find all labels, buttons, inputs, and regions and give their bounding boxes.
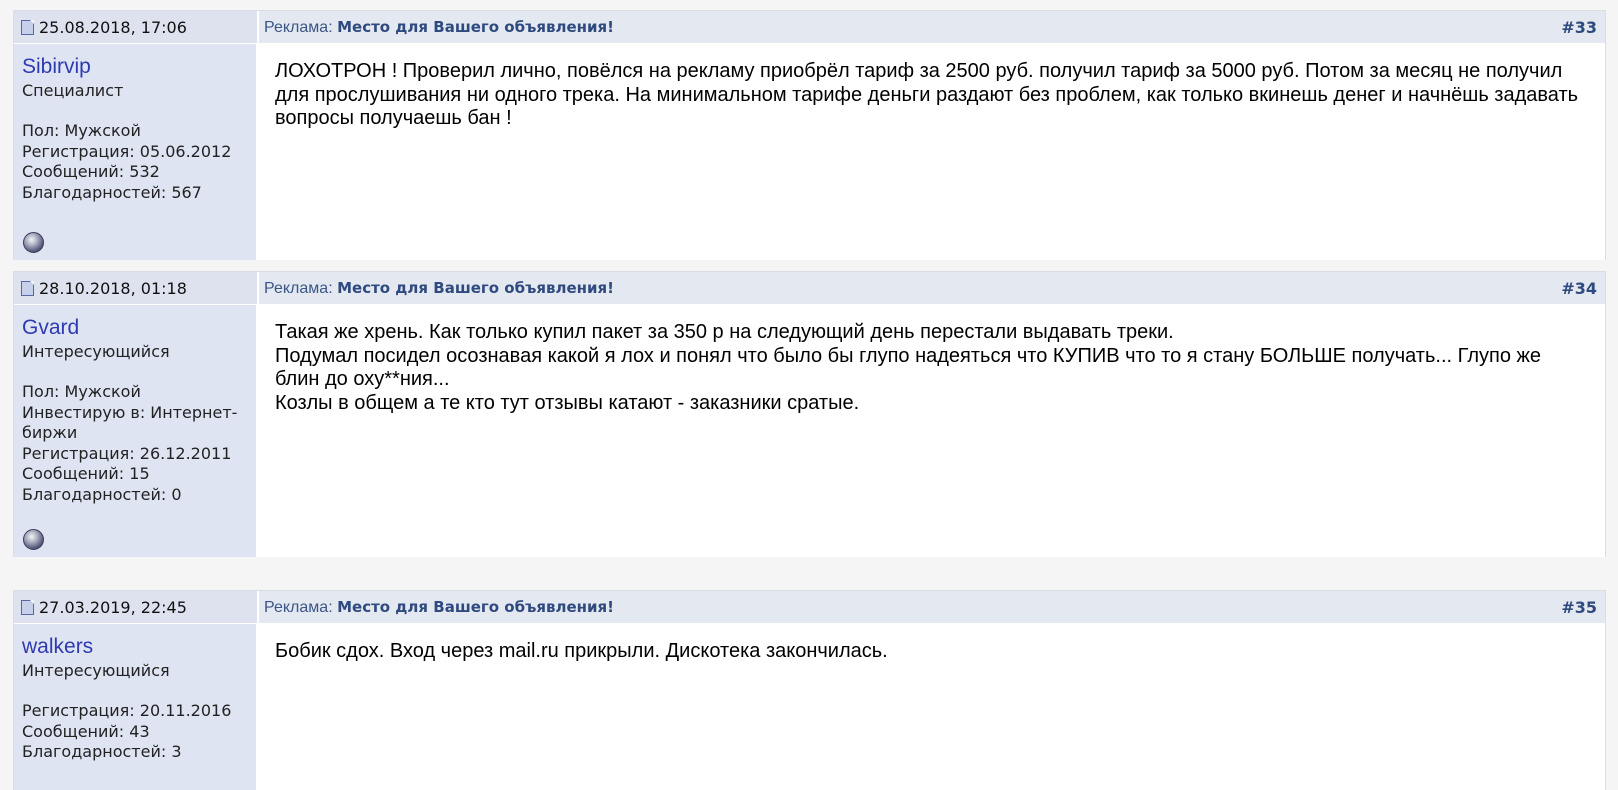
post-message: Такая же хрень. Как только купил пакет з…	[259, 305, 1605, 557]
post-status-icon	[21, 280, 34, 296]
user-details: Регистрация: 20.11.2016 Сообщений: 43 Бл…	[22, 701, 248, 763]
post-number-link[interactable]: #35	[1561, 598, 1597, 617]
post-33: 25.08.2018, 17:06 Реклама: Место для Ваш…	[13, 10, 1606, 260]
post-header-bar: Реклама: Место для Вашего объявления! #3…	[259, 591, 1605, 623]
user-registration: Регистрация: 26.12.2011	[22, 443, 232, 463]
message-line: Подумал посидел осознавая какой я лох и …	[275, 344, 1542, 391]
message-line: Козлы в общем а те кто тут отзывы катают…	[275, 391, 860, 414]
post-header-bar: Реклама: Место для Вашего объявления! #3…	[259, 11, 1605, 43]
post-status-icon	[21, 19, 34, 35]
post-date-cell: 25.08.2018, 17:06	[14, 11, 259, 43]
user-registration: Регистрация: 20.11.2016	[22, 701, 232, 720]
post-body: walkers Интересующийся Регистрация: 20.1…	[14, 624, 1605, 790]
online-status-icon	[23, 232, 44, 253]
post-message: Бобик сдох. Вход через mail.ru прикрыли.…	[259, 624, 1605, 790]
user-thanks-count: Благодарностей: 567	[22, 182, 202, 202]
user-invests-in: Инвестирую в: Интернет-биржи	[22, 402, 238, 443]
user-info-panel: Gvard Интересующийся Пол: Мужской Инвест…	[14, 305, 259, 557]
username-link[interactable]: walkers	[22, 634, 248, 660]
ad-label: Реклама	[264, 598, 329, 616]
message-line: Такая же хрень. Как только купил пакет з…	[275, 321, 1174, 343]
message-paragraph: ЛОХОТРОН ! Проверил лично, повёлся на ре…	[275, 60, 1579, 129]
post-34: 28.10.2018, 01:18 Реклама: Место для Ваш…	[13, 271, 1606, 557]
post-date: 27.03.2019, 22:45	[39, 597, 187, 617]
user-gender: Пол: Мужской	[22, 121, 141, 140]
post-date: 28.10.2018, 01:18	[39, 278, 187, 298]
ad-block: Реклама: Место для Вашего объявления!	[264, 279, 614, 298]
ad-block: Реклама: Место для Вашего объявления!	[264, 18, 614, 37]
post-body: Sibirvip Специалист Пол: Мужской Регистр…	[14, 44, 1605, 260]
post-body: Gvard Интересующийся Пол: Мужской Инвест…	[14, 305, 1605, 557]
user-details: Пол: Мужской Инвестирую в: Интернет-бирж…	[22, 382, 248, 505]
user-info-panel: Sibirvip Специалист Пол: Мужской Регистр…	[14, 44, 259, 260]
ad-separator: :	[328, 279, 333, 297]
post-header: 27.03.2019, 22:45 Реклама: Место для Ваш…	[14, 591, 1605, 624]
post-date-cell: 28.10.2018, 01:18	[14, 272, 259, 304]
user-message-count: Сообщений: 15	[22, 464, 150, 483]
ad-separator: :	[328, 18, 333, 36]
user-details: Пол: Мужской Регистрация: 05.06.2012 Соо…	[22, 121, 248, 203]
post-number-link[interactable]: #33	[1561, 18, 1597, 37]
user-title: Интересующийся	[22, 661, 170, 680]
user-title: Интересующийся	[22, 342, 170, 361]
online-status-icon	[23, 529, 44, 550]
ad-block: Реклама: Место для Вашего объявления!	[264, 598, 614, 617]
user-thanks-count: Благодарностей: 3	[22, 742, 182, 761]
username-link[interactable]: Sibirvip	[22, 54, 248, 80]
post-status-icon	[21, 599, 34, 615]
username-link[interactable]: Gvard	[22, 315, 248, 341]
user-gender: Пол: Мужской	[22, 382, 141, 401]
post-35: 27.03.2019, 22:45 Реклама: Место для Ваш…	[13, 590, 1606, 790]
ad-label: Реклама	[264, 279, 329, 297]
user-message-count: Сообщений: 532	[22, 162, 160, 181]
post-header: 25.08.2018, 17:06 Реклама: Место для Ваш…	[14, 11, 1605, 44]
post-header-bar: Реклама: Место для Вашего объявления! #3…	[259, 272, 1605, 304]
post-number-link[interactable]: #34	[1561, 279, 1597, 298]
ad-separator: :	[328, 598, 333, 616]
user-thanks-count: Благодарностей: 0	[22, 484, 182, 504]
ad-link[interactable]: Место для Вашего объявления!	[337, 598, 614, 616]
ad-link[interactable]: Место для Вашего объявления!	[337, 279, 614, 297]
post-date: 25.08.2018, 17:06	[39, 17, 187, 37]
user-registration: Регистрация: 05.06.2012	[22, 141, 232, 161]
ad-label: Реклама	[264, 18, 329, 36]
post-message: ЛОХОТРОН ! Проверил лично, повёлся на ре…	[259, 44, 1605, 260]
user-title: Специалист	[22, 81, 124, 100]
message-paragraph: Бобик сдох. Вход через mail.ru прикрыли.…	[275, 640, 888, 662]
ad-link[interactable]: Место для Вашего объявления!	[337, 18, 614, 36]
user-info-panel: walkers Интересующийся Регистрация: 20.1…	[14, 624, 259, 790]
post-header: 28.10.2018, 01:18 Реклама: Место для Ваш…	[14, 272, 1605, 305]
post-date-cell: 27.03.2019, 22:45	[14, 591, 259, 623]
user-message-count: Сообщений: 43	[22, 721, 150, 741]
